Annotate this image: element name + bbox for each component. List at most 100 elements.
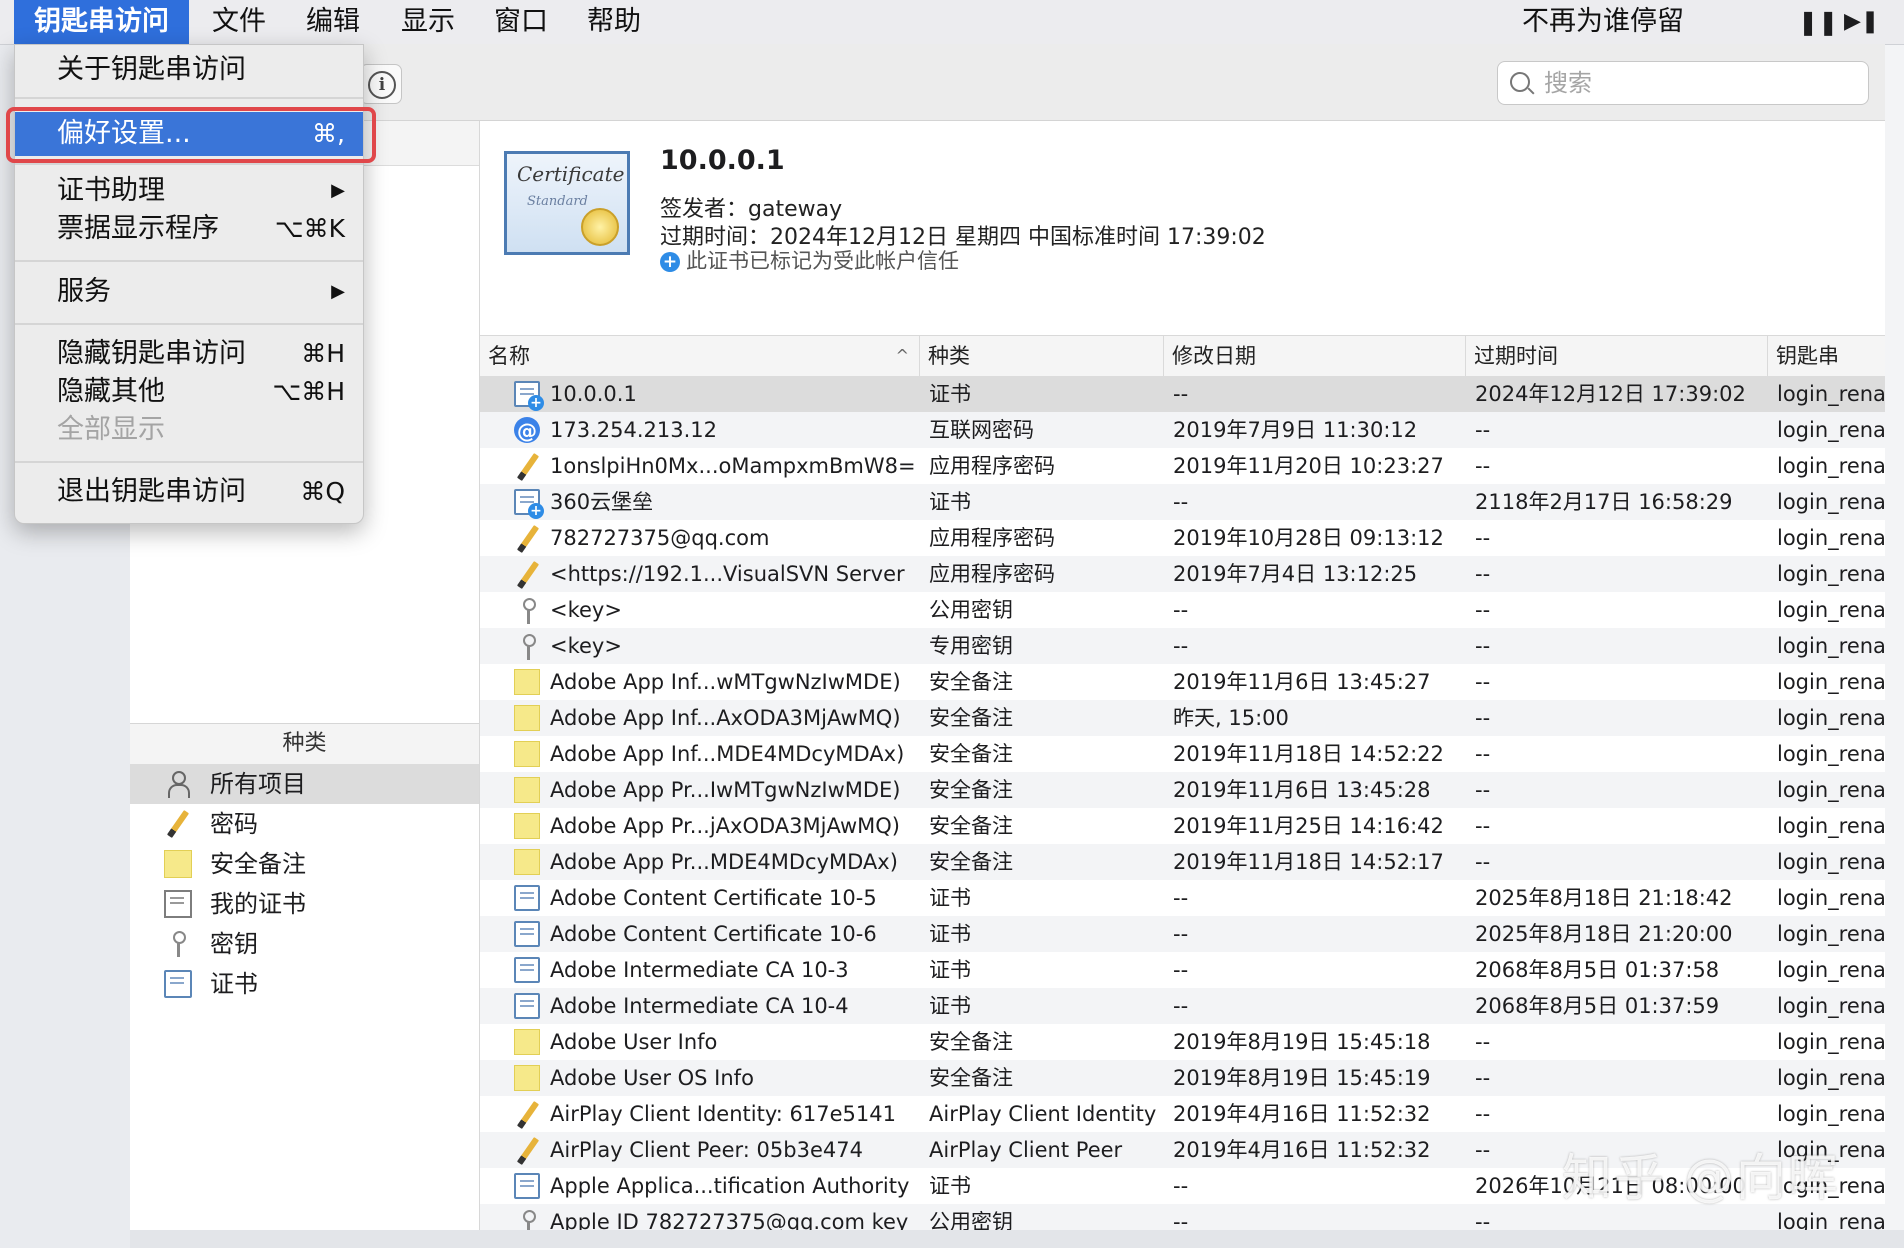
cell-kind: 证书	[929, 922, 971, 946]
menu-item-services[interactable]: 服务 ▶	[15, 273, 363, 311]
cell-name: Adobe User Info	[550, 1030, 718, 1054]
cell-keychain: login_rena	[1777, 1066, 1885, 1090]
table-row[interactable]: @173.254.213.12 互联网密码 2019年7月9日 11:30:12 --…	[480, 412, 1885, 448]
highlight-annotation-box	[6, 107, 376, 163]
certificate-icon	[164, 970, 192, 998]
menu-item-label: 全部显示	[57, 414, 165, 445]
category-my-certificates[interactable]: 我的证书	[130, 884, 479, 924]
table-row[interactable]: AirPlay Client Identity: 617e5141 AirPlay…	[480, 1096, 1885, 1132]
cell-keychain: login_rena	[1777, 850, 1885, 874]
menu-item-about[interactable]: 关于钥匙串访问	[15, 51, 363, 89]
menu-item-hide-others[interactable]: 隐藏其他 ⌥⌘H	[15, 373, 363, 411]
table-row[interactable]: <key> 公用密钥 -- -- login_rena	[480, 592, 1885, 628]
menu-view[interactable]: 显示	[401, 0, 455, 44]
info-button[interactable]: i	[360, 64, 402, 104]
column-name[interactable]: 名称 ^	[480, 336, 920, 376]
category-secure-notes[interactable]: 安全备注	[130, 844, 479, 884]
menu-item-shortcut: ⌘H	[301, 339, 345, 368]
menu-window[interactable]: 窗口	[494, 0, 548, 44]
cell-expires: --	[1475, 670, 1491, 694]
cell-name: 360云堡垒	[550, 490, 654, 514]
pause-icon[interactable]: ❚❚	[1798, 0, 1838, 44]
table-row[interactable]: Adobe App Inf...wMTgwNzIwMDE) 安全备注 2019年11…	[480, 664, 1885, 700]
cell-kind: 安全备注	[929, 1030, 1013, 1054]
menu-edit[interactable]: 编辑	[306, 0, 360, 44]
table-header: 名称 ^ 种类 修改日期 过期时间 钥匙串	[480, 336, 1885, 377]
table-row[interactable]: Adobe App Inf...AxODA3MjAwMQ) 安全备注 昨天, 15:…	[480, 700, 1885, 736]
table-row[interactable]: Adobe App Pr...jAxODA3MjAwMQ) 安全备注 2019年11…	[480, 808, 1885, 844]
table-row[interactable]: <key> 专用密钥 -- -- login_rena	[480, 628, 1885, 664]
cell-keychain: login_rena	[1777, 670, 1885, 694]
menu-item-shortcut: ⌥⌘K	[274, 214, 345, 243]
menu-item-hide-app[interactable]: 隐藏钥匙串访问 ⌘H	[15, 335, 363, 373]
category-keys[interactable]: 密钥	[130, 924, 479, 964]
cell-keychain: login_rena	[1777, 490, 1885, 514]
category-all-items[interactable]: 所有项目	[130, 764, 479, 804]
table-row[interactable]: Adobe User OS Info 安全备注 2019年8月19日 15:45:1…	[480, 1060, 1885, 1096]
menu-item-certificate-assistant[interactable]: 证书助理 ▶	[15, 172, 363, 210]
cell-modified: 2019年7月4日 13:12:25	[1173, 562, 1418, 586]
pen-icon	[514, 1137, 540, 1163]
cell-expires: 2025年8月18日 21:18:42	[1475, 886, 1733, 910]
table-row[interactable]: Adobe User Info 安全备注 2019年8月19日 15:45:18 --…	[480, 1024, 1885, 1060]
menu-help[interactable]: 帮助	[587, 0, 641, 44]
table-row[interactable]: Adobe Intermediate CA 10-4 证书 -- 2068年8月5日 …	[480, 988, 1885, 1024]
cell-keychain: login_rena	[1777, 742, 1885, 766]
cell-name: Adobe App Pr...MDE4MDcyMDAx)	[550, 850, 898, 874]
items-table: 名称 ^ 种类 修改日期 过期时间 钥匙串 10.0.0.1 证书 -- 2024年1…	[480, 336, 1885, 1230]
column-modified[interactable]: 修改日期	[1164, 336, 1466, 376]
cell-modified: 2019年11月6日 13:45:27	[1173, 670, 1431, 694]
key-icon	[514, 597, 540, 624]
menu-item-label: 退出钥匙串访问	[57, 476, 246, 507]
submenu-arrow-icon: ▶	[331, 281, 345, 302]
cell-modified: 2019年8月19日 15:45:18	[1173, 1030, 1431, 1054]
table-row[interactable]: Adobe App Inf...MDE4MDcyMDAx) 安全备注 2019年11…	[480, 736, 1885, 772]
menu-item-label: 证书助理	[57, 175, 165, 206]
table-row[interactable]: 10.0.0.1 证书 -- 2024年12月12日 17:39:02 login_re…	[480, 376, 1885, 412]
table-row[interactable]: 360云堡垒 证书 -- 2118年2月17日 16:58:29 login_rena	[480, 484, 1885, 520]
table-row[interactable]: 782727375@qq.com 应用程序密码 2019年10月28日 09:13:…	[480, 520, 1885, 556]
category-passwords[interactable]: 密码	[130, 804, 479, 844]
cell-expires: --	[1475, 454, 1491, 478]
category-header: 种类	[130, 723, 479, 765]
table-row[interactable]: Adobe Intermediate CA 10-3 证书 -- 2068年8月5日 …	[480, 952, 1885, 988]
cell-kind: 安全备注	[929, 778, 1013, 802]
cell-expires: --	[1475, 1066, 1491, 1090]
search-input[interactable]	[1542, 66, 1856, 100]
category-certificates[interactable]: 证书	[130, 964, 479, 1004]
pen-icon	[514, 453, 540, 479]
cell-expires: 2068年8月5日 01:37:58	[1475, 958, 1720, 982]
cell-name: Adobe App Inf...AxODA3MjAwMQ)	[550, 706, 901, 730]
table-row[interactable]: Adobe Content Certificate 10-6 证书 -- 2025年8…	[480, 916, 1885, 952]
cell-kind: 应用程序密码	[929, 562, 1055, 586]
table-row[interactable]: 1onslpiHn0Mx...oMampxmBmW8= 应用程序密码 2019年11…	[480, 448, 1885, 484]
cell-kind: 安全备注	[929, 706, 1013, 730]
cell-kind: 安全备注	[929, 742, 1013, 766]
toolbar: i	[130, 44, 1885, 121]
table-row[interactable]: <https://192.1...VisualSVN Server 应用程序密码 2…	[480, 556, 1885, 592]
menu-app[interactable]: 钥匙串访问	[14, 0, 189, 44]
cell-name: 782727375@qq.com	[550, 526, 770, 550]
table-row[interactable]: Adobe App Pr...IwMTgwNzIwMDE) 安全备注 2019年11…	[480, 772, 1885, 808]
menu-item-ticket-viewer[interactable]: 票据显示程序 ⌥⌘K	[15, 210, 363, 248]
cell-modified: 2019年11月25日 14:16:42	[1173, 814, 1444, 838]
cell-kind: 安全备注	[929, 850, 1013, 874]
table-row[interactable]: Adobe Content Certificate 10-5 证书 -- 2025年8…	[480, 880, 1885, 916]
column-keychain[interactable]: 钥匙串	[1768, 336, 1885, 376]
next-track-icon[interactable]: ▶❚	[1844, 0, 1879, 44]
cell-kind: 公用密钥	[929, 598, 1013, 622]
keychain-window: i 种类 所有项目 密码 安全备注 我的证书 密钥	[130, 44, 1885, 1230]
certificate-icon	[514, 921, 540, 947]
certificate-icon	[514, 885, 540, 911]
column-kind[interactable]: 种类	[920, 336, 1164, 376]
cell-modified: 2019年7月9日 11:30:12	[1173, 418, 1418, 442]
cell-name: Adobe App Pr...jAxODA3MjAwMQ)	[550, 814, 900, 838]
cell-expires: --	[1475, 706, 1491, 730]
cell-kind: 证书	[929, 490, 971, 514]
menu-file[interactable]: 文件	[212, 0, 266, 44]
table-row[interactable]: Adobe App Pr...MDE4MDcyMDAx) 安全备注 2019年11月…	[480, 844, 1885, 880]
certificate-large-icon: Certificate Standard	[504, 151, 630, 255]
menu-item-quit[interactable]: 退出钥匙串访问 ⌘Q	[15, 473, 363, 511]
search-field[interactable]	[1497, 61, 1869, 105]
column-expires[interactable]: 过期时间	[1466, 336, 1768, 376]
